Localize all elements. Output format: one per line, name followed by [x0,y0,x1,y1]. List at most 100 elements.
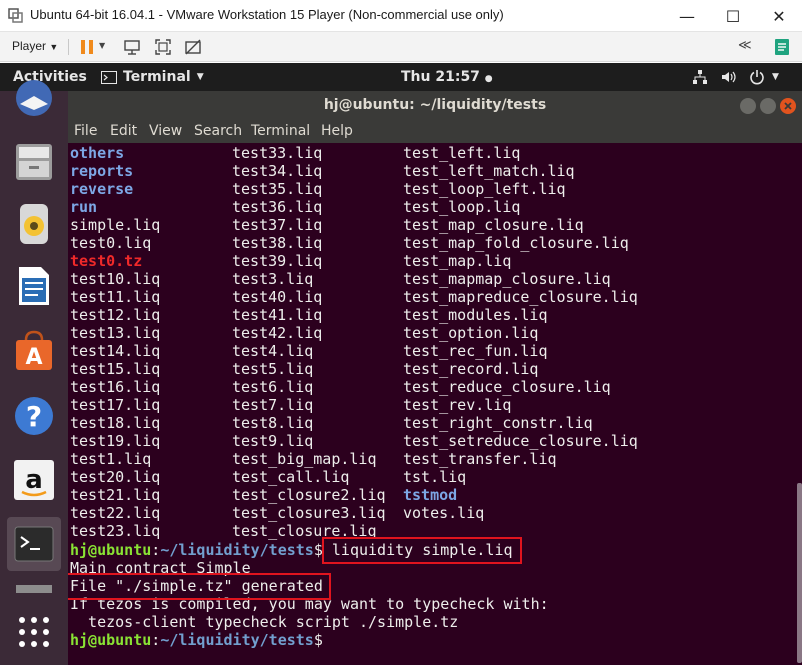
app-menu-button[interactable]: Terminal ▼ [101,69,204,85]
chevron-down-icon: ▼ [49,42,59,52]
listing-entry: test_closure3.liq [232,504,386,522]
terminal-maximize-button[interactable] [760,98,776,114]
notification-dot-icon: ● [484,74,493,84]
unity-mode-icon[interactable] [183,37,203,57]
listing-entry: test_closure2.liq [232,486,386,504]
amazon-icon: a [14,460,54,500]
window-title: Ubuntu 64-bit 16.04.1 - VMware Workstati… [30,7,504,22]
listing-entry: test10.liq [70,270,161,288]
close-button[interactable]: ✕ [756,0,802,32]
software-center-icon: A [16,330,52,370]
maximize-button[interactable]: ☐ [710,0,756,32]
listing-entry: test17.liq [70,396,161,414]
listing-entry: test12.liq [70,306,161,324]
listing-entry: test_rev.liq [403,396,512,414]
menu-help[interactable]: Help [321,123,353,139]
help-icon: ? [15,397,53,435]
listing-entry: test_modules.liq [403,306,548,324]
terminal-menu-bar: File Edit View Search Terminal Help [68,121,802,143]
listing-entry: test23.liq [70,522,161,540]
listing-entry: test9.liq [232,432,314,450]
listing-entry: test_big_map.liq [232,450,377,468]
thunderbird-launcher[interactable] [7,71,61,125]
listing-entry: test7.liq [232,396,314,414]
menu-view[interactable]: View [149,123,182,139]
listing-entry: test42.liq [232,324,323,342]
listing-entry: test11.liq [70,288,161,306]
listing-entry: test6.liq [232,378,314,396]
listing-entry: test19.liq [70,432,161,450]
listing-entry: test37.liq [232,216,323,234]
listing-entry: test_reduce_closure.liq [403,378,611,396]
generated-highlight-box [68,573,331,600]
trash-launcher[interactable] [7,581,61,601]
send-ctrl-alt-del-icon[interactable] [122,37,142,57]
listing-entry: test40.liq [232,288,323,306]
player-menu-button[interactable]: Player ▼ [12,39,58,53]
menu-search[interactable]: Search [194,123,242,139]
volume-icon[interactable] [721,69,737,85]
vmware-title-bar: Ubuntu 64-bit 16.04.1 - VMware Workstati… [0,0,802,32]
library-icon[interactable] [772,37,792,57]
terminal-output[interactable]: test23.liq test_closure.liq test22.liq test… [68,143,802,665]
terminal-scrollbar[interactable] [797,483,802,663]
menu-terminal[interactable]: Terminal [251,123,310,139]
listing-entry: reports [70,162,134,180]
listing-entry: tstmod [403,486,458,504]
listing-entry: test_rec_fun.liq [403,342,548,360]
terminal-minimize-button[interactable] [740,98,756,114]
listing-entry: test_mapreduce_closure.liq [403,288,638,306]
vmware-toolbar: Player ▼ ▼ ≪ [0,32,802,62]
terminal-small-icon [101,70,117,84]
libreoffice-writer-icon [19,267,49,305]
terminal-launcher[interactable] [7,517,61,571]
pause-dropdown-icon[interactable]: ▼ [99,41,105,50]
help-launcher[interactable]: ? [7,389,61,443]
listing-entry: test_setreduce_closure.liq [403,432,638,450]
listing-entry: test14.liq [70,342,161,360]
pause-icon[interactable] [77,37,97,57]
system-menu-chevron-icon[interactable]: ▼ [772,72,779,82]
listing-entry: test1.liq [70,450,152,468]
listing-entry: run [70,198,98,216]
listing-entry: simple.liq [70,216,161,234]
listing-entry: test33.liq [232,144,323,162]
listing-entry: test_option.liq [403,324,539,342]
svg-text:a: a [25,465,43,495]
terminal-close-button[interactable] [780,98,796,114]
prompt-user: hj@ubuntu [70,631,152,649]
minimize-button[interactable]: — [664,0,710,32]
listing-entry: test_map_fold_closure.liq [403,234,629,252]
menu-edit[interactable]: Edit [110,123,137,139]
listing-entry: test_map_closure.liq [403,216,584,234]
prompt-path: ~/liquidity/tests [160,541,314,559]
collapse-toolbar-icon[interactable]: ≪ [738,38,752,53]
amazon-launcher[interactable]: a [7,453,61,507]
toolbar-divider [68,39,69,55]
listing-entry: test_call.liq [232,468,350,486]
listing-entry: test_map.liq [403,252,512,270]
listing-entry: tst.liq [403,468,467,486]
menu-file[interactable]: File [74,123,97,139]
prompt-user: hj@ubuntu [70,541,152,559]
listing-entry: test22.liq [70,504,161,522]
listing-entry: test3.liq [232,270,314,288]
power-icon[interactable] [749,69,765,85]
network-icon[interactable] [692,69,708,85]
thunderbird-icon [16,80,52,116]
listing-entry: test_left.liq [403,144,521,162]
listing-entry: test15.liq [70,360,161,378]
clock-label: Thu 21:57 [401,69,480,85]
software-center-launcher[interactable]: A [7,323,61,377]
fullscreen-icon[interactable] [153,37,173,57]
rhythmbox-launcher[interactable] [7,197,61,251]
close-icon [784,102,792,110]
files-launcher[interactable] [7,135,61,189]
libreoffice-writer-launcher[interactable] [7,259,61,313]
listing-entry: test38.liq [232,234,323,252]
listing-entry: test35.liq [232,180,323,198]
show-applications-button[interactable] [7,605,61,659]
listing-entry: test_loop_left.liq [403,180,566,198]
clock[interactable]: Thu 21:57 ● [401,69,493,85]
terminal-title: hj@ubuntu: ~/liquidity/tests [323,97,547,113]
